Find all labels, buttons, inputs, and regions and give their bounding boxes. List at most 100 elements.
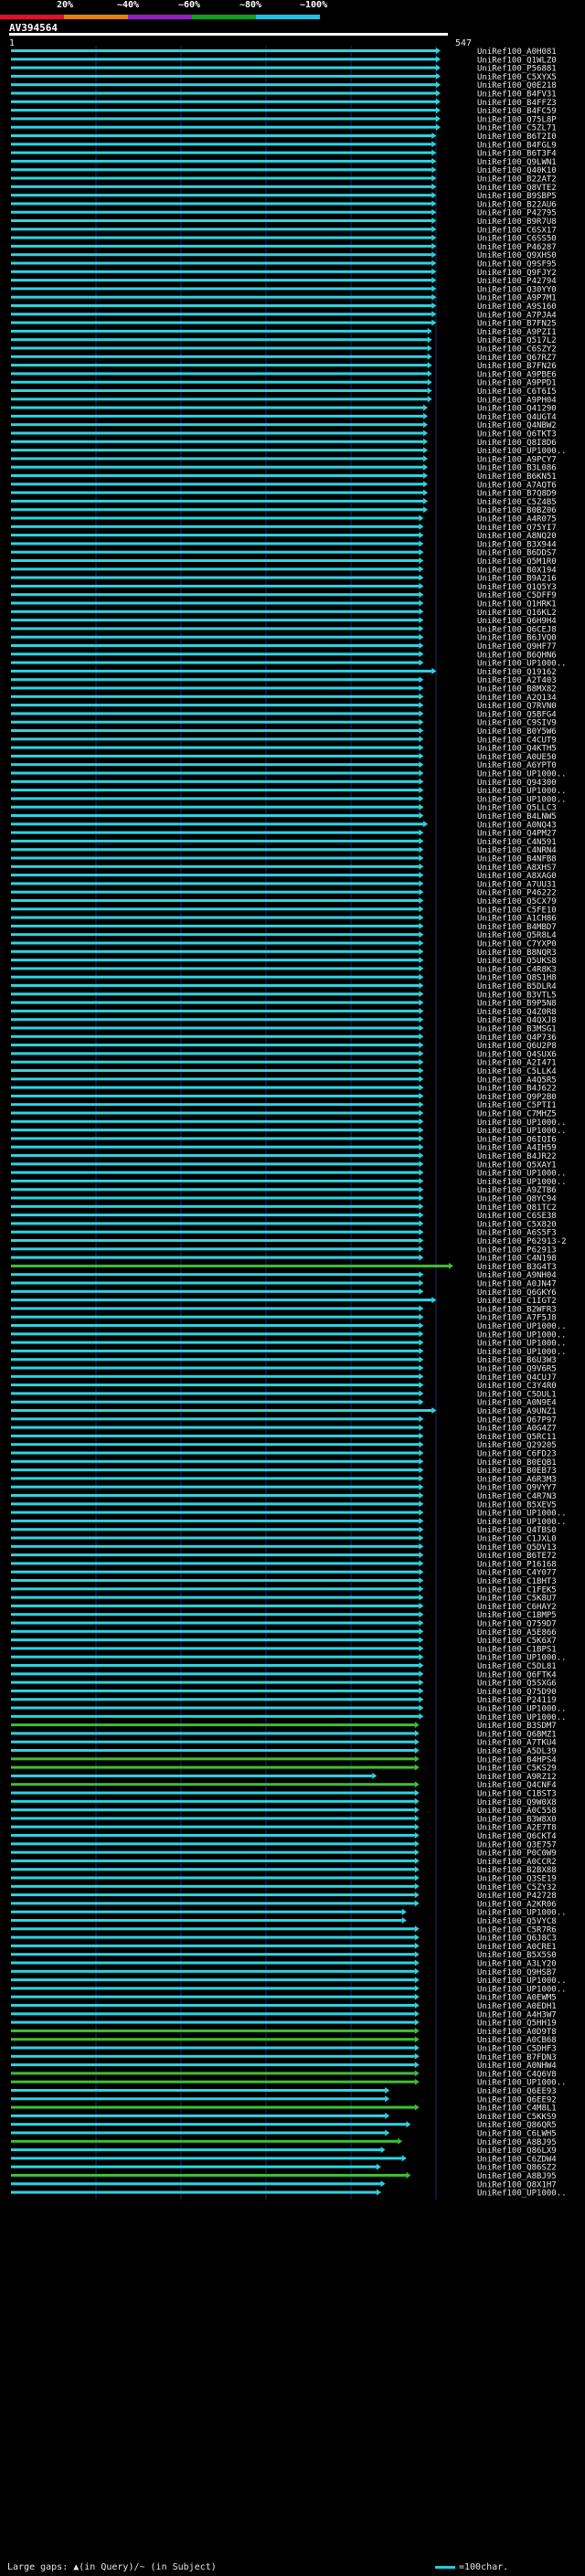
hit-row[interactable]: UniRef100_C6HAY2 (11, 1602, 557, 1612)
hit-row[interactable]: UniRef100_Q4Z0R8 (11, 1007, 557, 1017)
hit-row[interactable]: UniRef100_C5K6X7 (11, 1637, 557, 1646)
hit-row[interactable]: UniRef100_Q0E218 (11, 81, 557, 90)
hit-row[interactable]: UniRef100_C4NRN4 (11, 846, 557, 855)
hit-row[interactable]: UniRef100_A0CCR2 (11, 1857, 557, 1867)
hit-row[interactable]: UniRef100_C5ZY32 (11, 1882, 557, 1892)
hit-row[interactable]: UniRef100_B5DLR4 (11, 982, 557, 991)
hit-row[interactable]: UniRef100_C1FEK5 (11, 1585, 557, 1595)
hit-row[interactable]: UniRef100_C5ZL71 (11, 123, 557, 133)
hit-row[interactable]: UniRef100_B6T2I0 (11, 133, 557, 142)
hit-row[interactable]: UniRef100_C3Y4R0 (11, 1382, 557, 1391)
hit-row[interactable]: UniRef100_C5KKS9 (11, 2112, 557, 2122)
hit-row[interactable]: UniRef100_P42728 (11, 1892, 557, 1901)
hit-row[interactable]: UniRef100_A6R3M3 (11, 1475, 557, 1484)
hit-row[interactable]: UniRef100_P62913 (11, 1246, 557, 1255)
hit-row[interactable]: UniRef100_A1CH86 (11, 914, 557, 924)
hit-row[interactable]: UniRef100_B6JVQ0 (11, 633, 557, 643)
hit-row[interactable]: UniRef100_C4CUT9 (11, 736, 557, 745)
hit-row[interactable]: UniRef100_Q5M1R0 (11, 557, 557, 567)
hit-row[interactable]: UniRef100_Q5LLC3 (11, 803, 557, 813)
hit-row[interactable]: UniRef100_B6DDS7 (11, 548, 557, 558)
hit-row[interactable]: UniRef100_C5Z4B5 (11, 497, 557, 507)
hit-row[interactable]: UniRef100_Q9SF95 (11, 260, 557, 270)
hit-row[interactable]: UniRef100_C5DL81 (11, 1662, 557, 1671)
hit-row[interactable]: UniRef100_C1BST3 (11, 1789, 557, 1799)
hit-row[interactable]: UniRef100_C7YXP0 (11, 939, 557, 949)
hit-row[interactable]: UniRef100_Q1Q5Y3 (11, 582, 557, 592)
hit-row[interactable]: UniRef100_B3L086 (11, 463, 557, 473)
hit-row[interactable]: UniRef100_Q9FJY2 (11, 268, 557, 278)
hit-row[interactable]: UniRef100_B8MX82 (11, 684, 557, 694)
hit-row[interactable]: UniRef100_B9SBP5 (11, 192, 557, 201)
hit-row[interactable]: UniRef100_A0CRE1 (11, 1942, 557, 1952)
hit-row[interactable]: UniRef100_A2I471 (11, 1058, 557, 1068)
hit-row[interactable]: UniRef100_B2WFR3 (11, 1305, 557, 1314)
hit-row[interactable]: UniRef100_P16168 (11, 1560, 557, 1569)
hit-row[interactable]: UniRef100_C4Q6V8 (11, 2070, 557, 2079)
hit-row[interactable]: UniRef100_C5KS29 (11, 1764, 557, 1774)
hit-row[interactable]: UniRef100_B5X5S0 (11, 1951, 557, 1960)
hit-row[interactable]: UniRef100_Q6BMZ1 (11, 1730, 557, 1739)
hit-row[interactable]: UniRef100_B4FV31 (11, 90, 557, 100)
hit-row[interactable]: UniRef100_B4JR22 (11, 1152, 557, 1161)
hit-row[interactable]: UniRef100_B4MBD7 (11, 922, 557, 932)
hit-row[interactable]: UniRef100_C5LLK4 (11, 1067, 557, 1076)
hit-row[interactable]: UniRef100_Q8VTE2 (11, 183, 557, 193)
hit-row[interactable]: UniRef100_Q9HSB7 (11, 1967, 557, 1977)
hit-row[interactable]: UniRef100_B0EQB1 (11, 1458, 557, 1468)
hit-row[interactable]: UniRef100_A9P7M1 (11, 293, 557, 303)
hit-row[interactable]: UniRef100_C4R7N3 (11, 1492, 557, 1501)
hit-row[interactable]: UniRef100_B7FN26 (11, 362, 557, 371)
hit-row[interactable]: UniRef100_C6LWH5 (11, 2129, 557, 2139)
hit-row[interactable]: UniRef100_Q9VYY7 (11, 1483, 557, 1493)
hit-row[interactable]: UniRef100_P46287 (11, 242, 557, 252)
hit-row[interactable]: UniRef100_A0EWM5 (11, 1993, 557, 2003)
hit-row[interactable]: UniRef100_C6T6I5 (11, 387, 557, 397)
hit-row[interactable]: UniRef100_C6FD23 (11, 1449, 557, 1459)
hit-row[interactable]: UniRef100_Q40K10 (11, 166, 557, 175)
hit-row[interactable]: UniRef100_A0NQ43 (11, 821, 557, 830)
hit-row[interactable]: UniRef100_A0JN47 (11, 1279, 557, 1289)
hit-row[interactable]: UniRef100_C5X820 (11, 1220, 557, 1229)
hit-row[interactable]: UniRef100_A0G4Z7 (11, 1424, 557, 1434)
hit-row[interactable]: UniRef100_A6YPT0 (11, 761, 557, 770)
hit-row[interactable]: UniRef100_A2E7T8 (11, 1823, 557, 1833)
hit-row[interactable]: UniRef100_Q4CUJ7 (11, 1373, 557, 1383)
hit-row[interactable]: UniRef100_Q517L2 (11, 336, 557, 345)
hit-row[interactable]: UniRef100_Q67RZ7 (11, 353, 557, 363)
hit-row[interactable]: UniRef100_Q6H9H4 (11, 617, 557, 626)
hit-row[interactable]: UniRef100_Q6GKY6 (11, 1288, 557, 1298)
hit-row[interactable]: UniRef100_Q4TBS0 (11, 1526, 557, 1535)
hit-row[interactable]: UniRef100_B2BX88 (11, 1866, 557, 1875)
hit-row[interactable]: UniRef100_Q75D90 (11, 1687, 557, 1697)
hit-row[interactable]: UniRef100_B9A216 (11, 574, 557, 584)
hit-row[interactable]: UniRef100_C6ZDW4 (11, 2155, 557, 2164)
hit-row[interactable]: UniRef100_B4J622 (11, 1084, 557, 1094)
hit-row[interactable]: UniRef100_Q75L8P (11, 115, 557, 124)
hit-row[interactable]: UniRef100_A4R075 (11, 514, 557, 525)
hit-row[interactable]: UniRef100_Q4NBW2 (11, 421, 557, 430)
hit-row[interactable]: UniRef100_B3X944 (11, 540, 557, 549)
hit-row[interactable]: UniRef100_A0D9T8 (11, 2027, 557, 2037)
hit-row[interactable]: UniRef100_A8XHS7 (11, 863, 557, 873)
hit-row[interactable]: UniRef100_C5FE10 (11, 906, 557, 915)
hit-row[interactable]: UniRef100_B0BZ06 (11, 506, 557, 515)
hit-row[interactable]: UniRef100_C4N591 (11, 837, 557, 847)
hit-row[interactable]: UniRef100_C5DUL1 (11, 1390, 557, 1399)
hit-row[interactable]: UniRef100_Q5DV13 (11, 1542, 557, 1553)
hit-row[interactable]: UniRef100_C7MHZ5 (11, 1109, 557, 1119)
hit-row[interactable]: UniRef100_Q5BFG4 (11, 710, 557, 719)
hit-row[interactable]: UniRef100_A2Q134 (11, 693, 557, 703)
hit-row[interactable]: UniRef100_Q4P736 (11, 1033, 557, 1043)
hit-row[interactable]: UniRef100_B4NFB8 (11, 854, 557, 864)
hit-row[interactable]: UniRef100_B6QHN6 (11, 651, 557, 660)
hit-row[interactable]: UniRef100_B4FC59 (11, 107, 557, 116)
hit-row[interactable]: UniRef100_C1BPS1 (11, 1645, 557, 1654)
hit-row[interactable]: UniRef100_A8XAG0 (11, 872, 557, 881)
hit-row[interactable]: UniRef100_Q67P97 (11, 1415, 557, 1425)
hit-row[interactable]: UniRef100_Q4UGT4 (11, 412, 557, 422)
hit-row[interactable]: UniRef100_Q94300 (11, 778, 557, 788)
hit-row[interactable]: UniRef100_A9PH04 (11, 396, 557, 405)
hit-row[interactable]: UniRef100_A8BJ95 (11, 2137, 557, 2147)
hit-row[interactable]: UniRef100_A0H081 (11, 48, 557, 57)
